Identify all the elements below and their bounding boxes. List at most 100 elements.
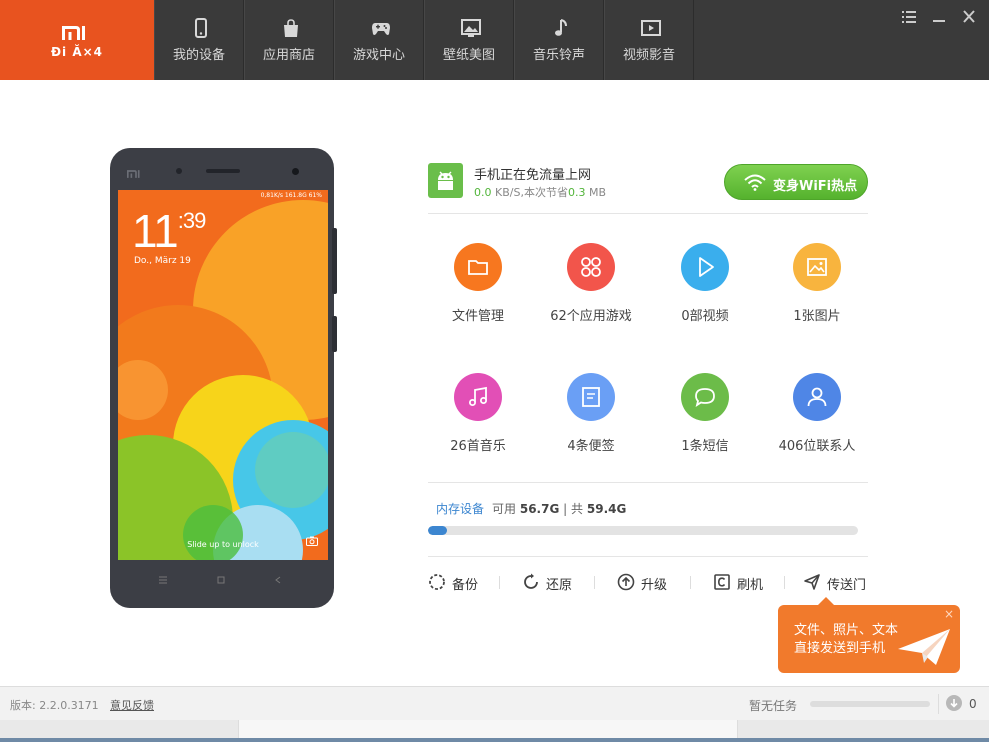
phone-back-key-icon <box>275 576 281 584</box>
nav-my-device[interactable]: 我的设备 <box>154 0 244 80</box>
nav-wallpaper[interactable]: 壁纸美图 <box>424 0 514 80</box>
nav-app-store[interactable]: 应用商店 <box>244 0 334 80</box>
divider <box>428 213 868 214</box>
picture-icon <box>461 19 481 37</box>
nav-label: 游戏中心 <box>352 48 405 63</box>
tile-label: 62个应用游戏 <box>550 309 632 324</box>
nav-label: 应用商店 <box>262 48 315 63</box>
wifi-hotspot-button[interactable]: 变身WiFi热点 <box>724 164 868 200</box>
popup-close-icon[interactable]: × <box>944 607 954 621</box>
saved-value: 0.3 <box>567 186 586 199</box>
action-separator <box>690 576 691 589</box>
download-icon[interactable] <box>946 695 962 711</box>
tile-icon-bg <box>567 243 615 291</box>
clock-hour: 11 <box>132 205 179 257</box>
phone-home-key-icon <box>217 576 225 584</box>
tile-icon-bg <box>793 373 841 421</box>
flash-icon <box>714 574 730 590</box>
feedback-link[interactable]: 意见反馈 <box>110 697 154 713</box>
taskbar-strip <box>0 720 989 742</box>
task-progress-bar <box>810 701 930 707</box>
folder-icon <box>468 260 488 275</box>
speed-value: 0.0 <box>474 186 492 199</box>
total-value: 59.4G <box>586 502 627 516</box>
phone-speaker <box>206 169 240 173</box>
contact-icon <box>807 387 827 407</box>
available-value: 56.7G <box>519 502 560 516</box>
speed-unit: KB/S,本次节省 <box>491 186 568 199</box>
storage-separator: | <box>563 502 568 516</box>
tile-label: 4条便签 <box>567 439 615 454</box>
note-icon <box>582 387 600 407</box>
tile-label: 26首音乐 <box>450 439 506 454</box>
footer-separator <box>938 694 939 714</box>
restore-icon <box>524 573 538 589</box>
network-status-title: 手机正在免流量上网 <box>474 168 592 183</box>
nav-music[interactable]: 音乐铃声 <box>514 0 604 80</box>
phone-icon <box>195 18 207 38</box>
action-separator <box>784 576 785 589</box>
tile-videos[interactable]: 0部视频 <box>650 243 760 333</box>
action-label: 刷机 <box>737 578 764 593</box>
phone-clock: 11:39 <box>132 204 207 258</box>
video-icon <box>641 20 661 36</box>
storage-label[interactable]: 内存设备 <box>436 502 484 516</box>
tile-label: 406位联系人 <box>778 439 856 454</box>
storage-progress-fill <box>428 526 448 535</box>
minimize-icon[interactable] <box>929 8 949 26</box>
taskbar-line <box>0 738 989 742</box>
action-label: 升级 <box>641 578 668 593</box>
top-bar: Đi Ă×4 我的设备 应用商店 游戏中心 壁纸美图 音乐铃声 视频影音 <box>0 0 989 80</box>
nav-label: 壁纸美图 <box>442 48 495 63</box>
tile-music[interactable]: 26首音乐 <box>423 373 533 463</box>
tile-label: 文件管理 <box>451 309 504 324</box>
tile-images[interactable]: 1张图片 <box>762 243 872 333</box>
action-label: 传送门 <box>827 578 867 593</box>
popup-line-1: 文件、照片、文本 <box>794 623 899 638</box>
divider <box>428 556 868 557</box>
phone-sensor <box>176 168 182 174</box>
network-speed-info: 0.0 KB/S,本次节省0.3 MB <box>474 184 606 200</box>
camera-shortcut-icon <box>306 536 318 546</box>
wifi-icon <box>744 174 766 191</box>
device-logo[interactable]: Đi Ă×4 <box>0 0 154 80</box>
action-separator <box>499 576 500 589</box>
menu-icon[interactable] <box>899 8 919 26</box>
version-label: 版本: 2.2.0.3171 <box>10 699 99 712</box>
tile-notes[interactable]: 4条便签 <box>536 373 646 463</box>
storage-progress-bar <box>428 526 858 535</box>
tile-apps-games[interactable]: 62个应用游戏 <box>536 243 646 333</box>
tile-contacts[interactable]: 406位联系人 <box>762 373 872 463</box>
tile-label: 1条短信 <box>681 439 729 454</box>
clock-minute: :39 <box>177 208 207 233</box>
phone-volume-button <box>332 228 337 294</box>
task-status: 暂无任务 <box>749 699 798 713</box>
phone-date: Do., März 19 <box>134 256 191 266</box>
message-icon <box>695 388 715 407</box>
action-bar: 备份 还原 升级 刷机 传送门 <box>428 572 878 594</box>
status-bar: 版本: 2.2.0.3171 意见反馈 暂无任务 0 <box>0 686 989 720</box>
nav-video[interactable]: 视频影音 <box>604 0 694 80</box>
shopping-bag-icon <box>284 19 298 37</box>
main-nav: 我的设备 应用商店 游戏中心 壁纸美图 音乐铃声 视频影音 <box>154 0 694 80</box>
phone-screen: 0,81K/s 161.8G 61% 11:39 Do., März 19 Sl… <box>118 190 328 560</box>
send-tip-popup: × 文件、照片、文本 直接发送到手机 <box>778 597 960 673</box>
tile-icon-bg <box>454 243 502 291</box>
tile-messages[interactable]: 1条短信 <box>650 373 760 463</box>
nav-label: 视频影音 <box>622 48 675 63</box>
close-icon[interactable] <box>959 8 979 26</box>
app-window: Đi Ă×4 我的设备 应用商店 游戏中心 壁纸美图 音乐铃声 视频影音 0,8… <box>0 0 989 742</box>
nav-game-center[interactable]: 游戏中心 <box>334 0 424 80</box>
tile-file-manager[interactable]: 文件管理 <box>423 243 533 333</box>
music-icon <box>469 386 487 406</box>
image-icon <box>807 258 827 276</box>
unlock-hint: Slide up to unlock <box>187 540 259 549</box>
backup-icon <box>429 574 445 590</box>
device-model-label: Đi Ă×4 <box>50 45 104 59</box>
phone-status-bar: 0,81K/s 161.8G 61% <box>260 192 322 199</box>
tile-label: 1张图片 <box>793 309 841 324</box>
upgrade-icon <box>617 573 635 591</box>
tile-icon-bg <box>793 243 841 291</box>
total-label: 共 <box>571 502 584 516</box>
apps-icon <box>581 257 601 277</box>
